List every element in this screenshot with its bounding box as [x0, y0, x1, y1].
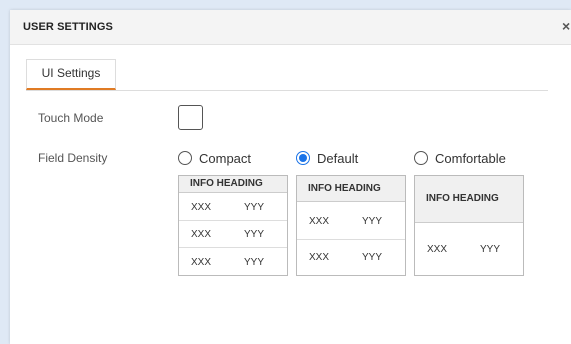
preview-heading: INFO HEADING: [297, 176, 405, 202]
preview-row: XXX YYY: [179, 193, 287, 220]
comfortable-preview: INFO HEADING XXX YYY: [414, 175, 524, 276]
density-option-compact[interactable]: Compact: [178, 150, 251, 166]
preview-cell: XXX: [191, 257, 212, 268]
preview-cell: YYY: [244, 257, 265, 268]
dialog-title: USER SETTINGS: [23, 21, 113, 33]
user-settings-dialog: USER SETTINGS × UI Settings Touch Mode F…: [10, 10, 571, 344]
tab-ui-settings[interactable]: UI Settings: [26, 59, 116, 90]
preview-cell: YYY: [362, 216, 383, 227]
preview-row: XXX YYY: [179, 247, 287, 274]
preview-cell: XXX: [427, 244, 448, 255]
preview-cell: XXX: [309, 216, 330, 227]
close-icon[interactable]: ×: [562, 19, 570, 33]
preview-row: XXX YYY: [179, 220, 287, 247]
comfortable-radio[interactable]: [414, 151, 428, 165]
preview-cell: YYY: [362, 252, 383, 263]
preview-cell: YYY: [244, 229, 265, 240]
density-option-comfortable[interactable]: Comfortable: [414, 150, 506, 166]
preview-cell: XXX: [191, 202, 212, 213]
preview-cell: XXX: [309, 252, 330, 263]
density-option-default[interactable]: Default: [296, 150, 358, 166]
preview-row: XXX YYY: [297, 239, 405, 275]
compact-radio[interactable]: [178, 151, 192, 165]
default-preview: INFO HEADING XXX YYY XXX YYY: [296, 175, 406, 276]
preview-cell: YYY: [244, 202, 265, 213]
default-radio[interactable]: [296, 151, 310, 165]
preview-row: XXX YYY: [297, 202, 405, 239]
touch-mode-checkbox[interactable]: [178, 105, 203, 130]
compact-preview: INFO HEADING XXX YYY XXX YYY XXX YYY: [178, 175, 288, 276]
preview-heading: INFO HEADING: [179, 176, 287, 193]
preview-row: XXX YYY: [415, 223, 523, 275]
tab-bar: UI Settings: [26, 59, 548, 91]
compact-label: Compact: [199, 150, 252, 166]
dialog-header: USER SETTINGS ×: [10, 10, 571, 45]
touch-mode-label: Touch Mode: [38, 111, 104, 125]
default-label: Default: [317, 150, 359, 166]
preview-cell: YYY: [480, 244, 501, 255]
preview-cell: XXX: [191, 229, 212, 240]
comfortable-label: Comfortable: [435, 150, 506, 166]
field-density-label: Field Density: [38, 151, 108, 165]
preview-heading: INFO HEADING: [415, 176, 523, 223]
